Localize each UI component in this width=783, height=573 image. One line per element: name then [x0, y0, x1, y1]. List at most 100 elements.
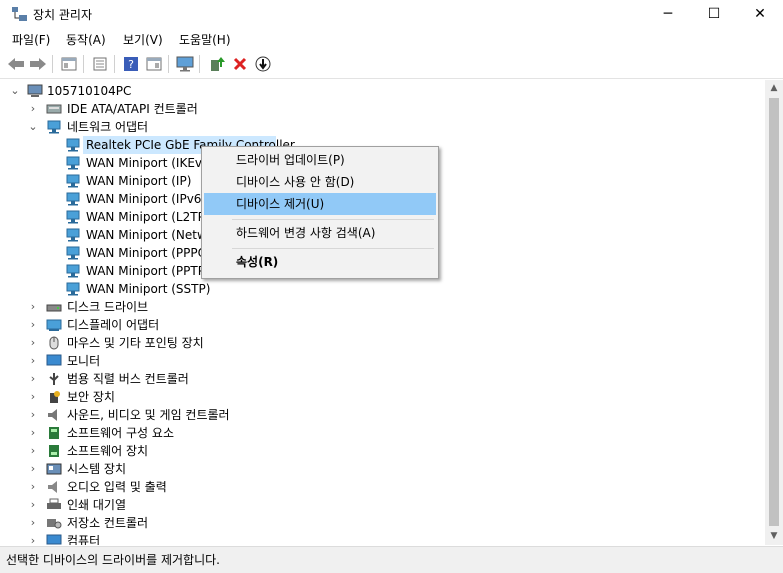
menu-bar: 파일(F) 동작(A) 보기(V) 도움말(H) — [0, 29, 783, 49]
device-label: WAN Miniport (L2TP) — [86, 210, 210, 224]
menu-help[interactable]: 도움말(H) — [179, 31, 231, 48]
vertical-scrollbar[interactable]: ▲ ▼ — [765, 80, 783, 545]
menu-item-label: 하드웨어 변경 사항 검색(A) — [236, 226, 376, 240]
menu-uninstall-device[interactable]: 디바이스 제거(U) — [204, 193, 436, 215]
toolbar-separator — [199, 55, 200, 73]
scroll-down-icon[interactable]: ▼ — [765, 528, 783, 545]
category-label: 모니터 — [67, 354, 101, 368]
uninstall-icon[interactable] — [230, 54, 250, 74]
context-menu: 드라이버 업데이트(P) 디바이스 사용 안 함(D) 디바이스 제거(U) 하… — [201, 146, 439, 279]
svg-text:?: ? — [128, 58, 134, 71]
expand-arrow-icon[interactable]: › — [28, 298, 38, 316]
expand-arrow-icon[interactable]: › — [28, 388, 38, 406]
menu-update-driver[interactable]: 드라이버 업데이트(P) — [204, 149, 436, 171]
category-label: 범용 직렬 버스 컨트롤러 — [67, 372, 189, 386]
toolbar: ? — [0, 50, 783, 79]
network-adapter-icon — [66, 192, 80, 206]
window-title: 장치 관리자 — [33, 8, 93, 22]
expand-arrow-icon[interactable]: › — [28, 370, 38, 388]
monitor-icon — [46, 354, 62, 366]
toolbar-separator — [114, 55, 115, 73]
collapse-arrow-icon[interactable]: ⌄ — [10, 82, 20, 100]
system-device-icon — [46, 463, 62, 475]
mouse-icon — [49, 336, 59, 350]
security-device-icon — [50, 391, 60, 403]
category-label: 오디오 입력 및 출력 — [67, 480, 167, 494]
network-adapter-icon — [66, 210, 80, 224]
properties-icon[interactable] — [59, 54, 79, 74]
title-bar: 장치 관리자 ─ ☐ ✕ — [0, 0, 783, 29]
rollback-icon[interactable] — [253, 54, 273, 74]
network-adapter-icon — [66, 156, 80, 170]
menu-separator — [232, 248, 434, 249]
device-label: WAN Miniport (SSTP) — [86, 282, 211, 296]
expand-arrow-icon[interactable]: › — [28, 514, 38, 532]
software-device-icon — [49, 445, 59, 457]
scroll-thumb[interactable] — [769, 98, 779, 526]
view-icon[interactable] — [144, 54, 164, 74]
expand-arrow-icon[interactable]: › — [28, 478, 38, 496]
menu-properties[interactable]: 속성(R) — [204, 251, 436, 273]
expand-arrow-icon[interactable]: › — [28, 532, 38, 545]
back-icon[interactable] — [6, 54, 26, 74]
menu-item-label: 드라이버 업데이트(P) — [236, 153, 345, 167]
device-manager-icon — [12, 7, 27, 21]
network-adapter-icon — [66, 264, 80, 278]
category-label: 디스플레이 어댑터 — [67, 318, 160, 332]
expand-arrow-icon[interactable]: › — [28, 496, 38, 514]
status-bar: 선택한 디바이스의 드라이버를 제거합니다. — [0, 546, 783, 573]
network-adapter-icon — [47, 120, 61, 134]
computer-icon — [27, 84, 43, 97]
category-label: 저장소 컨트롤러 — [67, 516, 149, 530]
expand-arrow-icon[interactable]: › — [28, 352, 38, 370]
maximize-button[interactable]: ☐ — [691, 0, 737, 29]
driver-details-icon[interactable] — [90, 54, 110, 74]
print-queue-icon — [47, 498, 61, 509]
menu-item-label: 디바이스 사용 안 함(D) — [236, 175, 355, 189]
expand-arrow-icon[interactable]: › — [28, 424, 38, 442]
audio-io-icon — [48, 481, 57, 493]
category-label: IDE ATA/ATAPI 컨트롤러 — [67, 102, 198, 116]
category-label: 컴퓨터 — [67, 534, 101, 545]
menu-file[interactable]: 파일(F) — [12, 31, 50, 48]
expand-arrow-icon[interactable]: › — [28, 460, 38, 478]
monitor-icon[interactable] — [175, 54, 195, 74]
network-adapter-icon — [66, 246, 80, 260]
network-adapter-icon — [66, 174, 80, 188]
network-adapter-icon — [66, 228, 80, 242]
scroll-up-icon[interactable]: ▲ — [765, 80, 783, 97]
category-label: 디스크 드라이브 — [67, 300, 149, 314]
help-icon[interactable]: ? — [121, 54, 141, 74]
device-label: WAN Miniport (PPPOE) — [86, 246, 220, 260]
forward-icon[interactable] — [28, 54, 48, 74]
ide-controller-icon — [46, 104, 62, 114]
toolbar-separator — [52, 55, 53, 73]
expand-arrow-icon[interactable]: › — [28, 100, 38, 118]
device-label: WAN Miniport (IPv6) — [86, 192, 207, 206]
expand-arrow-icon[interactable]: › — [28, 406, 38, 424]
category-label: 시스템 장치 — [67, 462, 127, 476]
menu-disable-device[interactable]: 디바이스 사용 안 함(D) — [204, 171, 436, 193]
minimize-button[interactable]: ─ — [645, 0, 691, 29]
expand-arrow-icon[interactable]: › — [28, 442, 38, 460]
menu-view[interactable]: 보기(V) — [123, 31, 163, 48]
category-label: 사운드, 비디오 및 게임 컨트롤러 — [67, 408, 230, 422]
category-label: 보안 장치 — [67, 390, 115, 404]
toolbar-separator — [168, 55, 169, 73]
menu-action[interactable]: 동작(A) — [66, 31, 106, 48]
expand-arrow-icon[interactable]: › — [28, 316, 38, 334]
close-button[interactable]: ✕ — [737, 0, 783, 29]
computer-icon — [46, 534, 62, 545]
device-label: WAN Miniport (PPTP) — [86, 264, 210, 278]
category-label: 인쇄 대기열 — [67, 498, 127, 512]
device-label: WAN Miniport (IP) — [86, 174, 192, 188]
display-adapter-icon — [46, 319, 62, 331]
network-adapter-icon — [66, 138, 80, 152]
category-label: 네트워크 어댑터 — [67, 120, 149, 134]
menu-scan-hardware[interactable]: 하드웨어 변경 사항 검색(A) — [204, 222, 436, 244]
expand-arrow-icon[interactable]: › — [28, 334, 38, 352]
sound-icon — [48, 409, 57, 421]
collapse-arrow-icon[interactable]: ⌄ — [28, 118, 38, 136]
update-driver-icon[interactable] — [207, 54, 227, 74]
network-adapter-icon — [66, 282, 80, 296]
